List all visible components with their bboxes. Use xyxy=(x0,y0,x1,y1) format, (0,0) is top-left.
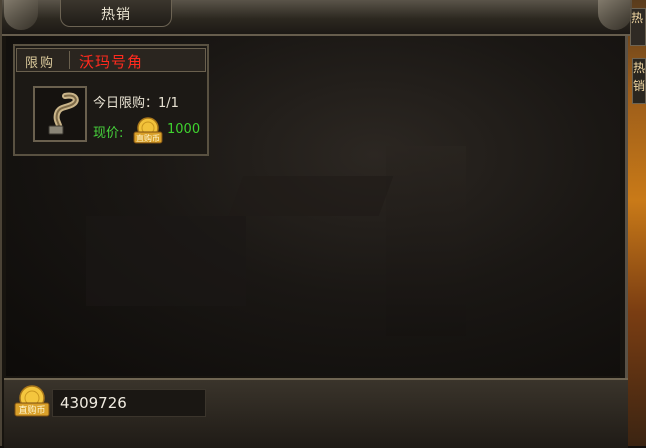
hot-sales-window: 热销 限购 沃玛号角 今日限购：1/1 现价: 直购币 1000 直购币 430… xyxy=(0,0,632,448)
tag-divider xyxy=(69,51,70,69)
coin-label: 直购币 xyxy=(18,404,45,416)
side-tab-hot[interactable]: 热 xyxy=(630,8,646,46)
background-wall xyxy=(86,216,246,306)
current-price-label: 现价: xyxy=(93,126,124,141)
background-pillar xyxy=(386,146,466,336)
item-card[interactable]: 限购 沃玛号角 今日限购：1/1 现价: 直购币 1000 xyxy=(13,44,209,156)
tab-hot-sales[interactable]: 热销 xyxy=(60,0,172,27)
side-tab-hot-sales[interactable]: 热销 xyxy=(632,58,646,104)
horn-icon xyxy=(48,92,79,135)
background-beam xyxy=(228,176,394,216)
side-tab-hot-label: 热 xyxy=(631,11,644,25)
right-ornament-icon xyxy=(598,0,632,30)
coin-label: 直购币 xyxy=(136,133,160,143)
direct-buy-coin-icon: 直购币 xyxy=(133,117,163,144)
daily-limit-text: 今日限购：1/1 xyxy=(93,96,179,111)
window-title: 热销 xyxy=(101,7,131,23)
direct-buy-coin-icon: 直购币 xyxy=(14,385,50,417)
balance-field: 4309726 xyxy=(52,389,206,417)
side-tab-hot-sales-label: 热销 xyxy=(633,61,646,93)
balance-value: 4309726 xyxy=(60,394,127,412)
item-icon-slot[interactable] xyxy=(33,86,87,142)
item-name: 沃玛号角 xyxy=(79,53,144,71)
left-ornament-icon xyxy=(4,0,38,30)
limited-tag: 限购 xyxy=(25,56,56,71)
item-card-header: 限购 沃玛号角 xyxy=(16,48,206,72)
item-price: 1000 xyxy=(167,122,201,137)
window-title-bar[interactable]: 热销 xyxy=(2,0,632,36)
